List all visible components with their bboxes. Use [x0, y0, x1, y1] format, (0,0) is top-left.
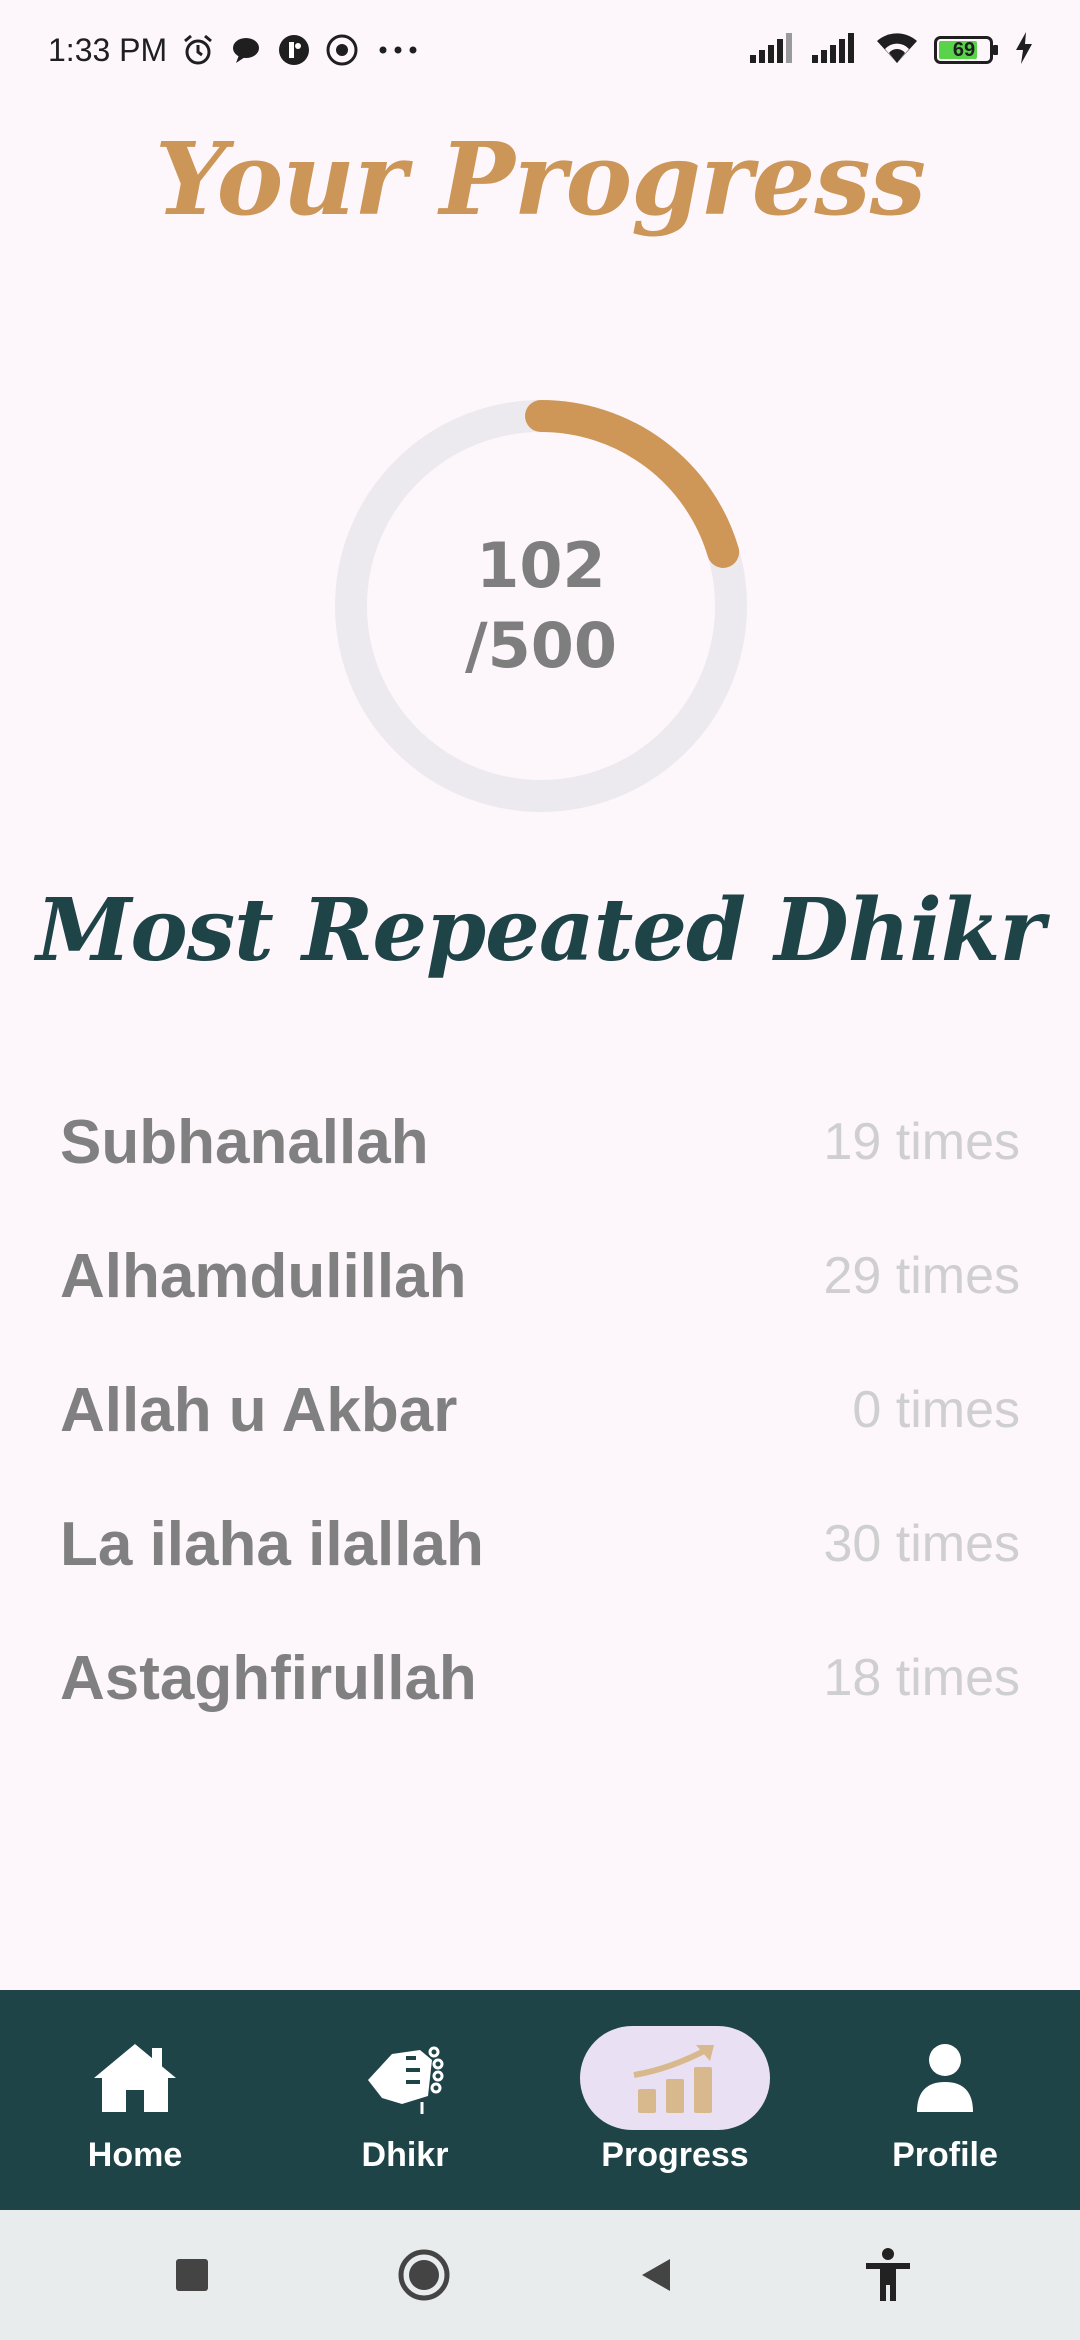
status-time: 1:33 PM: [48, 31, 168, 68]
nav-dhikr-label: Dhikr: [361, 2135, 449, 2174]
dhikr-count: 30 times: [823, 1515, 1020, 1573]
dhikr-row: Subhanallah 19 times: [60, 1075, 1020, 1209]
back-triangle-icon: [642, 2259, 670, 2291]
signal-icon: [750, 32, 798, 68]
nav-profile[interactable]: Profile: [810, 1990, 1080, 2210]
nav-progress[interactable]: Progress: [540, 1990, 810, 2210]
person-icon: [917, 2043, 973, 2112]
charging-icon: [1014, 31, 1034, 69]
back-button[interactable]: [616, 2235, 696, 2315]
target-icon: [325, 33, 359, 67]
wifi-icon: [874, 31, 920, 70]
bottom-nav: Home Dhikr Progress Profile: [0, 1990, 1080, 2210]
nav-home-icon-wrap: [40, 2026, 230, 2130]
status-right: 69: [750, 31, 1034, 70]
accessibility-button[interactable]: [848, 2235, 928, 2315]
nav-dhikr-icon-wrap: [310, 2026, 500, 2130]
section-title: Most Repeated Dhikr: [36, 880, 1045, 981]
dhikr-name: Subhanallah: [60, 1107, 429, 1177]
chat-icon: [229, 33, 263, 67]
screen: 1:33 PM 69 Your Progress 102 /500 Most R…: [0, 0, 1080, 2340]
square-icon: [176, 2259, 208, 2291]
dhikr-count: 0 times: [852, 1381, 1020, 1439]
dhikr-count: 18 times: [823, 1649, 1020, 1707]
growth-chart-icon: [633, 2044, 714, 2113]
app-notification-icon: [277, 33, 311, 67]
alarm-icon: [181, 33, 215, 67]
status-left: 1:33 PM: [48, 32, 423, 69]
progress-ring: 102 /500: [335, 400, 747, 812]
circle-icon: [398, 2249, 450, 2301]
nav-home-label: Home: [87, 2135, 183, 2174]
nav-progress-label: Progress: [601, 2135, 749, 2174]
dhikr-name: La ilaha ilallah: [60, 1509, 484, 1579]
accessibility-icon: [866, 2248, 910, 2301]
progress-ring-label: 102 /500: [335, 400, 747, 812]
signal-icon-2: [812, 32, 860, 68]
dhikr-row: La ilaha ilallah 30 times: [60, 1477, 1020, 1611]
battery-icon: 69: [934, 34, 1000, 66]
nav-dhikr[interactable]: Dhikr: [270, 1990, 540, 2210]
nav-progress-icon-wrap: [580, 2025, 770, 2130]
dhikr-count: 29 times: [823, 1247, 1020, 1305]
prayer-beads-hand-icon: [368, 2046, 444, 2114]
home-icon: [94, 2043, 176, 2112]
progress-total: /500: [464, 609, 618, 682]
dhikr-list: Subhanallah 19 times Alhamdulillah 29 ti…: [60, 1075, 1020, 1745]
battery-level: 69: [952, 39, 976, 61]
progress-current: 102: [476, 529, 606, 602]
dhikr-row: Astaghfirullah 18 times: [60, 1611, 1020, 1745]
nav-profile-label: Profile: [892, 2135, 998, 2174]
system-nav: [0, 2210, 1080, 2340]
dhikr-row: Alhamdulillah 29 times: [60, 1209, 1020, 1343]
nav-home[interactable]: Home: [0, 1990, 270, 2210]
recents-button[interactable]: [152, 2235, 232, 2315]
dhikr-name: Alhamdulillah: [60, 1241, 467, 1311]
nav-profile-icon-wrap: [850, 2026, 1040, 2130]
dhikr-name: Astaghfirullah: [60, 1643, 477, 1713]
dhikr-row: Allah u Akbar 0 times: [60, 1343, 1020, 1477]
page-title: Your Progress: [154, 120, 926, 238]
dhikr-count: 19 times: [823, 1113, 1020, 1171]
dhikr-name: Allah u Akbar: [60, 1375, 458, 1445]
home-system-button[interactable]: [384, 2235, 464, 2315]
more-notifications-icon: [373, 33, 423, 67]
status-bar: 1:33 PM 69: [0, 0, 1080, 100]
